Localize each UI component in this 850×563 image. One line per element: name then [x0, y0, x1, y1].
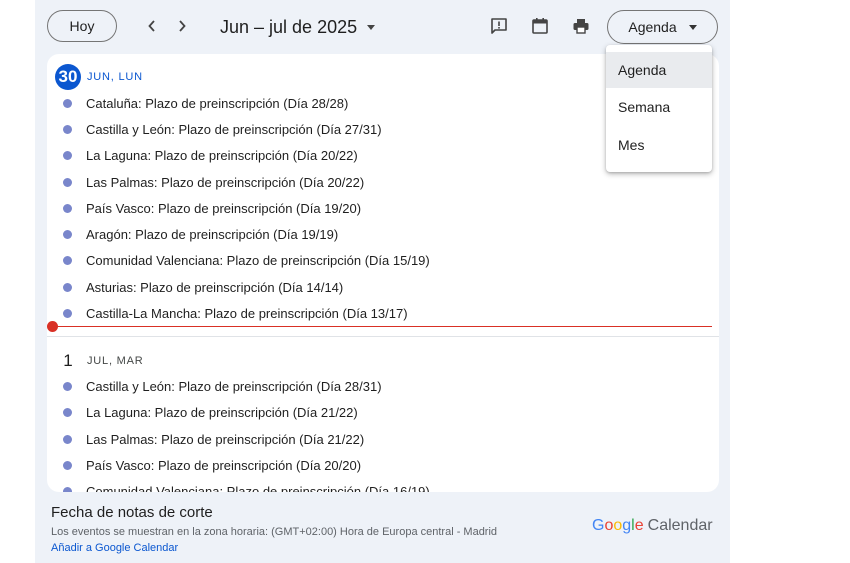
event-dot	[63, 229, 72, 239]
event-title: Comunidad Valenciana: Plazo de preinscri…	[86, 483, 430, 493]
today-button[interactable]: Hoy	[47, 10, 117, 42]
event-title: La Laguna: Plazo de preinscripción (Día …	[86, 147, 358, 163]
event-dot	[63, 308, 72, 318]
feedback-icon	[491, 18, 507, 34]
print-button[interactable]	[569, 14, 593, 38]
logo-letter: e	[634, 517, 644, 534]
event-title: Cataluña: Plazo de preinscripción (Día 2…	[86, 95, 349, 111]
event-item[interactable]: País Vasco: Plazo de preinscripción (Día…	[63, 197, 361, 219]
view-dropdown-label: Agenda	[628, 19, 677, 35]
event-item[interactable]: Castilla y León: Plazo de preinscripción…	[63, 375, 382, 397]
event-title: País Vasco: Plazo de preinscripción (Día…	[86, 200, 362, 216]
event-title: La Laguna: Plazo de preinscripción (Día …	[86, 404, 358, 420]
day-header: 30 JUN, LUN	[55, 64, 143, 90]
event-item[interactable]: Asturias: Plazo de preinscripción (Día 1…	[63, 276, 343, 298]
event-item[interactable]: La Laguna: Plazo de preinscripción (Día …	[63, 401, 358, 423]
logo-letter: o	[613, 517, 623, 534]
event-dot	[63, 124, 72, 134]
calendar-title: Fecha de notas de corte	[51, 504, 213, 521]
calendar-view-button[interactable]	[528, 14, 552, 38]
event-dot	[63, 407, 72, 417]
view-option-agenda[interactable]: Agenda	[606, 52, 712, 88]
timezone-note: Los eventos se muestran en la zona horar…	[51, 526, 498, 538]
prev-button[interactable]	[138, 12, 166, 40]
calendar-icon	[532, 18, 548, 34]
day-header: 1 JUL, MAR	[55, 348, 144, 374]
event-dot	[63, 203, 72, 213]
date-range-dropdown[interactable]: Jun – jul de 2025	[220, 14, 376, 40]
day-number[interactable]: 30	[55, 64, 81, 90]
event-item[interactable]: Aragón: Plazo de preinscripción (Día 19/…	[63, 223, 338, 245]
event-title: Las Palmas: Plazo de preinscripción (Día…	[86, 174, 365, 190]
next-button[interactable]	[168, 12, 196, 40]
view-option-semana[interactable]: Semana	[606, 89, 712, 125]
day-number[interactable]: 1	[55, 348, 81, 374]
event-dot	[63, 460, 72, 470]
event-dot	[63, 434, 72, 444]
day-label: JUL, MAR	[87, 355, 144, 367]
chevron-right-icon	[179, 20, 186, 32]
event-dot	[63, 282, 72, 292]
day-label: JUN, LUN	[87, 71, 143, 83]
logo-letter: o	[604, 517, 614, 534]
event-item[interactable]: La Laguna: Plazo de preinscripción (Día …	[63, 144, 358, 166]
event-item[interactable]: Castilla y León: Plazo de preinscripción…	[63, 118, 382, 140]
event-title: Castilla y León: Plazo de preinscripción…	[86, 378, 382, 394]
event-item[interactable]: Las Palmas: Plazo de preinscripción (Día…	[63, 171, 364, 193]
view-option-mes[interactable]: Mes	[606, 127, 712, 163]
date-range-label: Jun – jul de 2025	[220, 16, 358, 37]
event-dot	[63, 177, 72, 187]
caret-down-icon	[367, 24, 376, 30]
event-item[interactable]: Comunidad Valenciana: Plazo de preinscri…	[63, 249, 430, 271]
logo-letter: g	[622, 517, 632, 534]
event-dot	[63, 255, 72, 265]
event-title: Comunidad Valenciana: Plazo de preinscri…	[86, 252, 430, 268]
add-to-google-calendar-link[interactable]: Añadir a Google Calendar	[51, 542, 178, 554]
view-dropdown-menu: Agenda Semana Mes	[606, 45, 712, 172]
caret-down-icon	[688, 24, 697, 30]
current-time-line	[53, 326, 712, 327]
event-dot	[63, 381, 72, 391]
event-item[interactable]: País Vasco: Plazo de preinscripción (Día…	[63, 454, 361, 476]
event-title: País Vasco: Plazo de preinscripción (Día…	[86, 457, 362, 473]
event-dot	[63, 150, 72, 160]
logo-product-name: Calendar	[647, 517, 713, 534]
event-item[interactable]: Cataluña: Plazo de preinscripción (Día 2…	[63, 92, 348, 114]
event-item[interactable]: Castilla-La Mancha: Plazo de preinscripc…	[63, 302, 408, 324]
print-icon	[573, 19, 589, 34]
google-calendar-logo[interactable]: Google Calendar	[592, 517, 713, 535]
event-title: Aragón: Plazo de preinscripción (Día 19/…	[86, 226, 339, 242]
day-separator	[47, 336, 719, 337]
event-item[interactable]: Comunidad Valenciana: Plazo de preinscri…	[63, 480, 430, 492]
feedback-button[interactable]	[487, 14, 511, 38]
event-dot	[63, 486, 72, 492]
event-title: Castilla-La Mancha: Plazo de preinscripc…	[86, 305, 408, 321]
event-title: Castilla y León: Plazo de preinscripción…	[86, 121, 382, 137]
event-dot	[63, 98, 72, 108]
logo-letter: G	[592, 517, 605, 534]
event-item[interactable]: Las Palmas: Plazo de preinscripción (Día…	[63, 428, 364, 450]
event-title: Asturias: Plazo de preinscripción (Día 1…	[86, 279, 344, 295]
event-title: Las Palmas: Plazo de preinscripción (Día…	[86, 431, 365, 447]
chevron-left-icon	[148, 20, 155, 32]
view-dropdown-button[interactable]: Agenda	[607, 10, 718, 44]
